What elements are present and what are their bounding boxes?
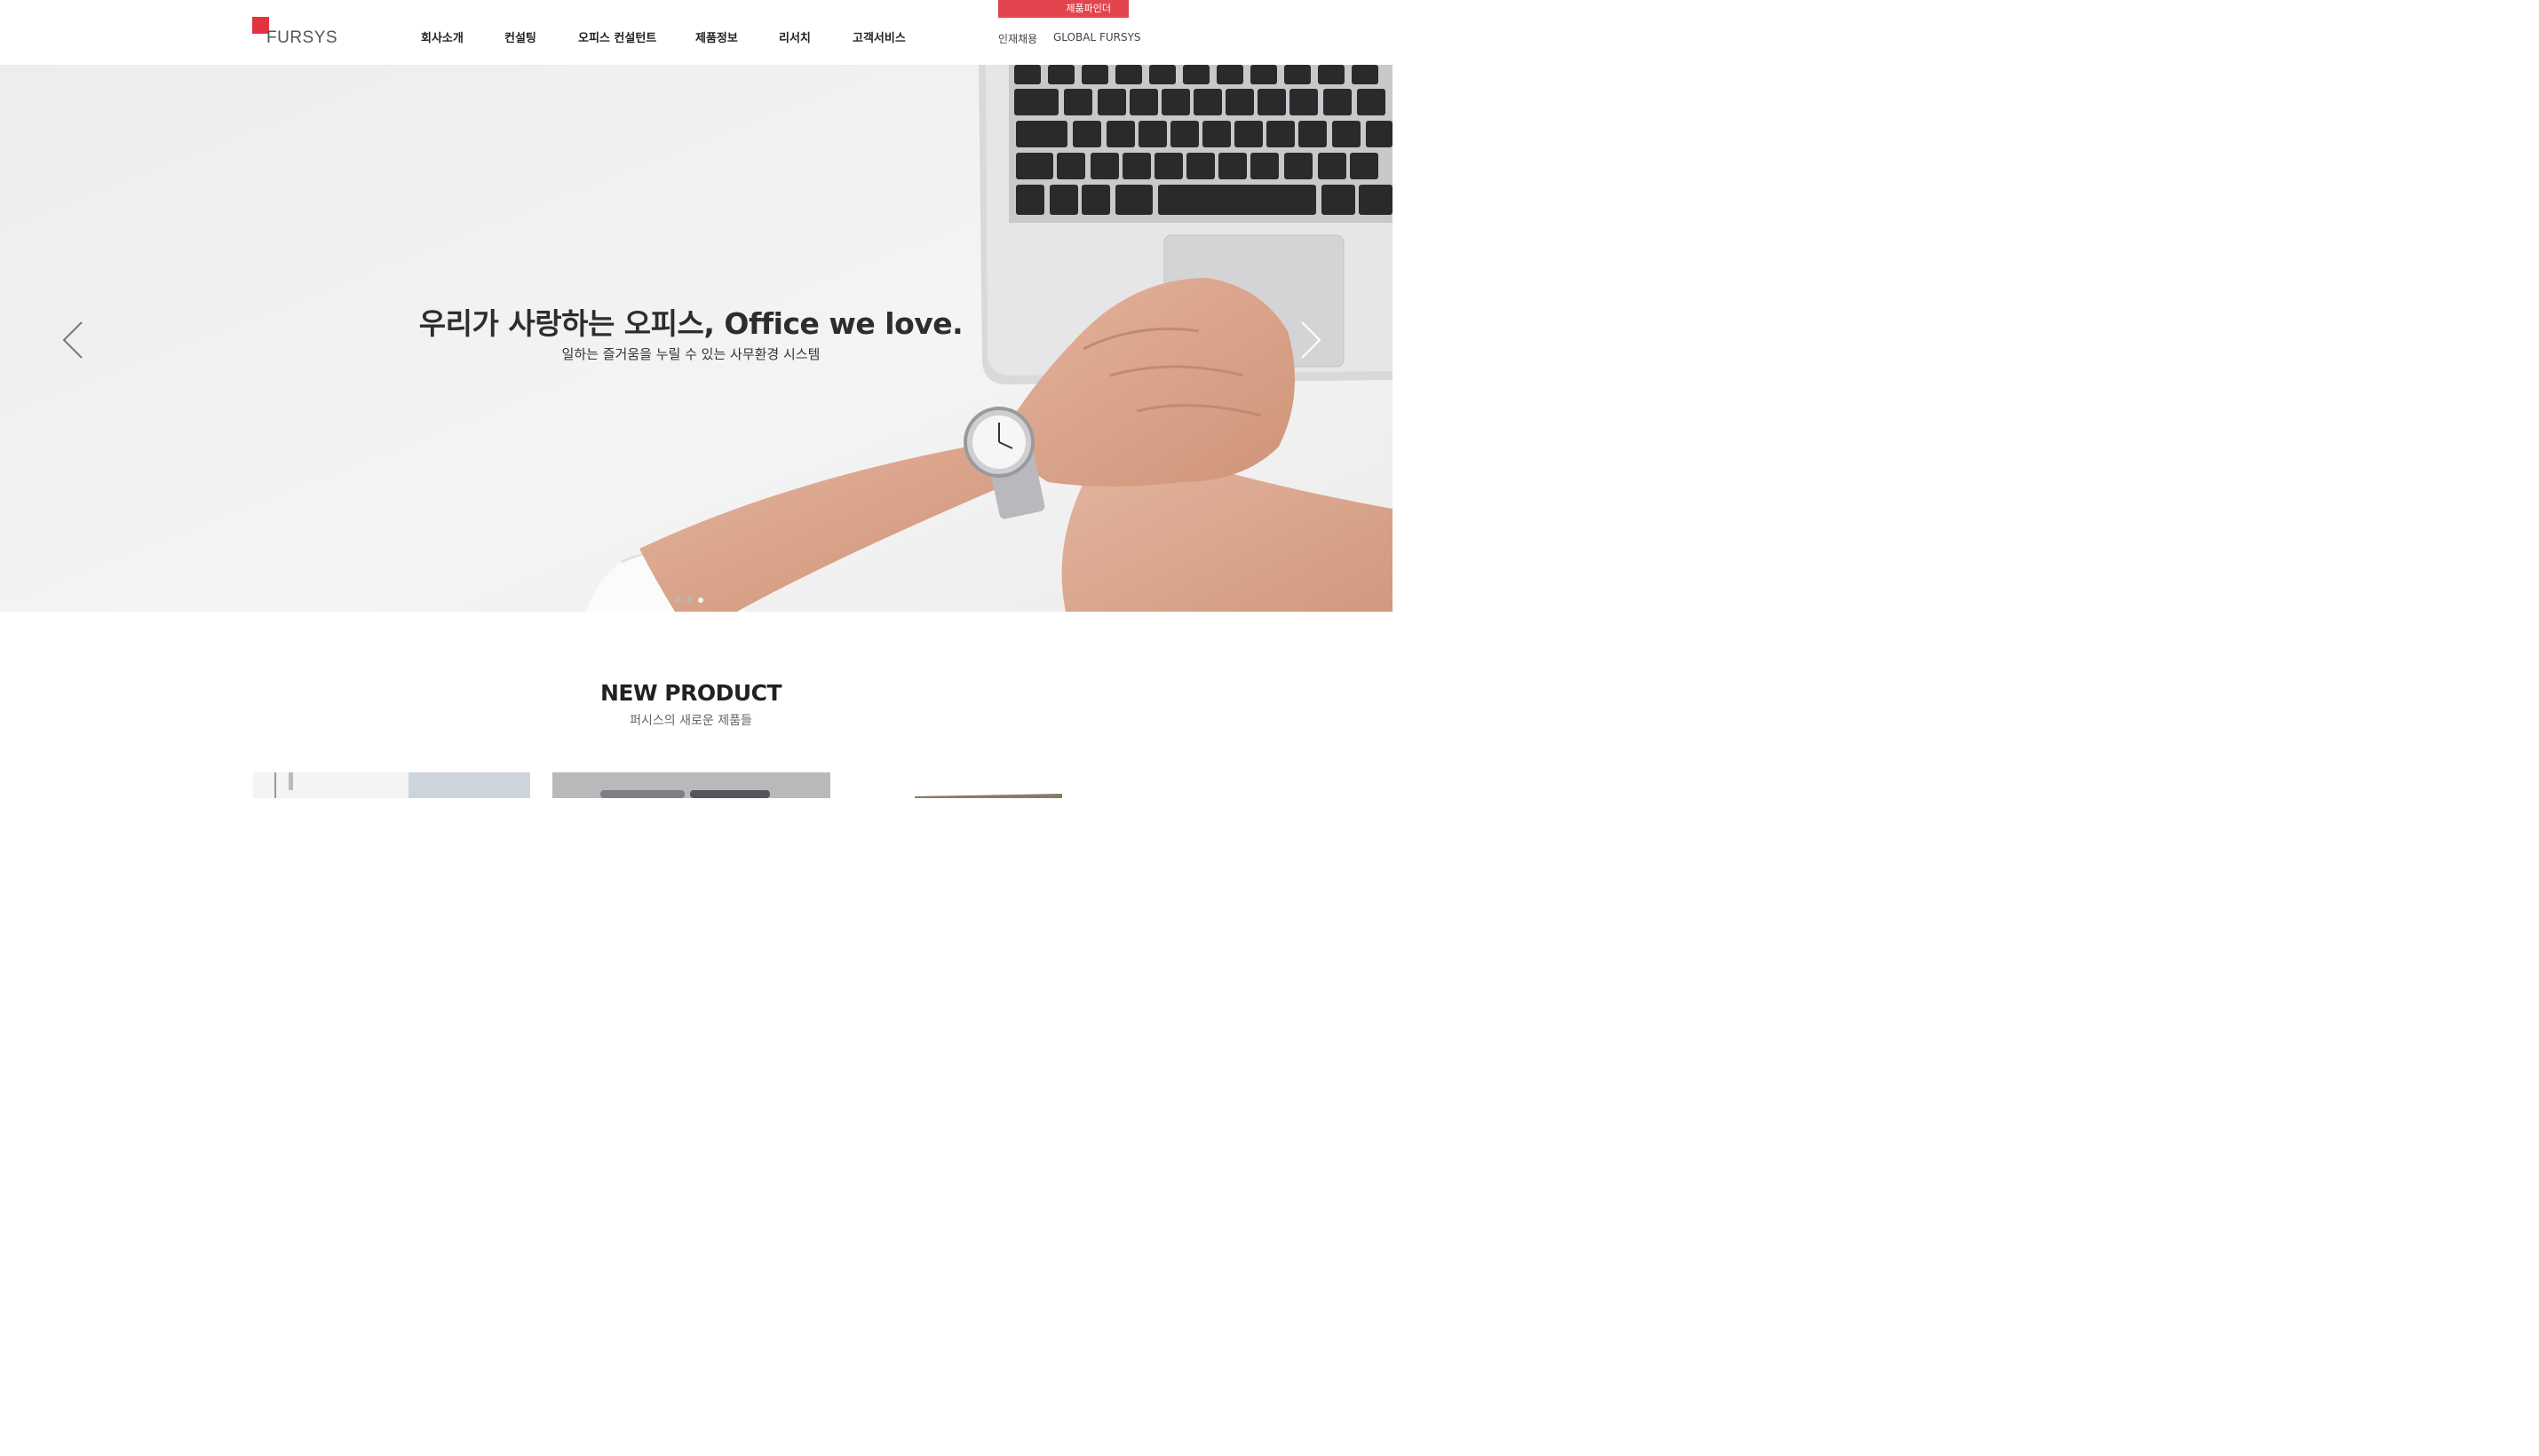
logo-text: FURSYS [266, 28, 338, 47]
recruit-link[interactable]: 인재채용 [998, 31, 1037, 46]
fursys-logo[interactable]: FURSYS [252, 17, 337, 47]
site-header: FURSYS 회사소개 컨설팅 오피스 컨설턴트 제품정보 리서치 고객서비스 … [0, 0, 1392, 65]
product-finder-button[interactable]: 제품파인더 [998, 0, 1129, 18]
hero-slider: 우리가 사랑하는 오피스, Office we love. 일하는 즐거움을 누… [0, 65, 1392, 612]
chevron-right-icon[interactable] [1297, 320, 1323, 360]
nav-item-company[interactable]: 회사소개 [421, 28, 464, 45]
nav-item-customer-service[interactable]: 고객서비스 [853, 28, 906, 45]
chevron-left-icon[interactable] [60, 320, 87, 360]
nav-item-office-consultant[interactable]: 오피스 컨설턴트 [578, 28, 656, 45]
new-product-subheading: 퍼시스의 새로운 제품들 [630, 714, 752, 728]
product-card-3[interactable] [853, 772, 1130, 798]
slider-dot-2[interactable] [686, 597, 692, 603]
product-card-1-image [253, 772, 530, 798]
slider-dot-3-active[interactable] [698, 597, 703, 603]
product-card-1[interactable] [253, 772, 530, 798]
global-fursys-link[interactable]: GLOBAL FURSYS [1053, 31, 1141, 44]
hero-subtitle: 일하는 즐거움을 누릴 수 있는 사무환경 시스템 [561, 346, 821, 362]
product-card-3-image [853, 772, 1130, 798]
hero-title: 우리가 사랑하는 오피스, Office we love. [418, 306, 964, 341]
product-card-2[interactable] [552, 772, 830, 798]
product-card-2-image [552, 772, 830, 798]
nav-item-products[interactable]: 제품정보 [695, 28, 738, 45]
slider-pagination [675, 597, 703, 603]
nav-item-research[interactable]: 리서치 [779, 28, 811, 45]
nav-item-consulting[interactable]: 컨설팅 [504, 28, 536, 45]
slider-dot-1[interactable] [675, 597, 680, 603]
new-product-heading: NEW PRODUCT [599, 680, 782, 706]
